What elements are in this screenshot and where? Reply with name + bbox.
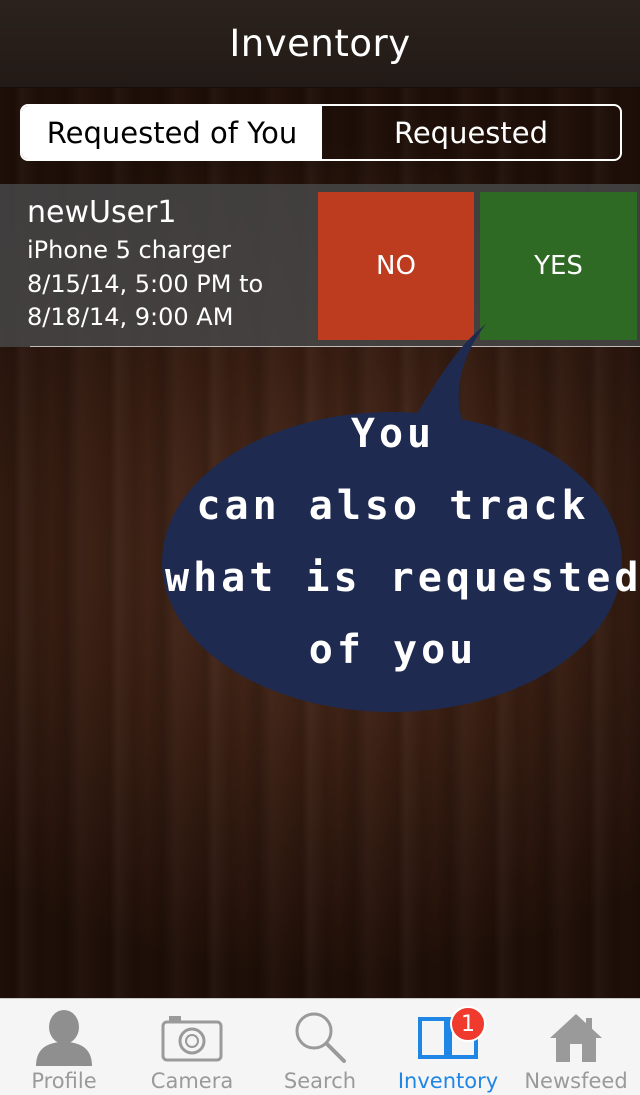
segment-requested[interactable]: Requested <box>322 106 620 159</box>
person-icon <box>29 1007 99 1067</box>
search-icon <box>285 1007 355 1067</box>
accept-button[interactable]: YES <box>480 192 637 340</box>
house-icon <box>541 1007 611 1067</box>
tab-newsfeed[interactable]: Newsfeed <box>512 999 640 1095</box>
requested-item: iPhone 5 charger <box>27 236 231 264</box>
callout-line: of you <box>308 627 478 673</box>
request-date-end: 8/18/14, 9:00 AM <box>27 303 234 331</box>
tab-label: Newsfeed <box>524 1069 628 1093</box>
segment-requested-of-you[interactable]: Requested of You <box>22 106 322 159</box>
request-date-start: 8/15/14, 5:00 PM to <box>27 270 264 298</box>
tab-label: Profile <box>31 1069 97 1093</box>
request-info: newUser1 iPhone 5 charger 8/15/14, 5:00 … <box>27 194 317 334</box>
decline-button[interactable]: NO <box>318 192 474 340</box>
tab-camera[interactable]: Camera <box>128 999 256 1095</box>
tab-label: Search <box>283 1069 357 1093</box>
callout-line: can also track <box>196 483 590 529</box>
tab-label: Inventory <box>397 1069 499 1093</box>
notification-badge: 1 <box>450 1006 486 1042</box>
requester-name: newUser1 <box>27 195 177 230</box>
camera-icon <box>157 1007 227 1067</box>
callout-text: You can also track what is requested of … <box>165 398 640 686</box>
segmented-control: Requested of You Requested <box>20 104 622 161</box>
callout-line: You <box>350 411 436 457</box>
nav-bar: Inventory <box>0 0 640 88</box>
tab-search[interactable]: Search <box>256 999 384 1095</box>
tab-inventory[interactable]: Inventory 1 <box>384 999 512 1095</box>
tab-profile[interactable]: Profile <box>0 999 128 1095</box>
tab-bar: Profile Camera Search Inventory 1 Newsfe… <box>0 998 640 1095</box>
page-title: Inventory <box>229 22 411 65</box>
request-row[interactable]: newUser1 iPhone 5 charger 8/15/14, 5:00 … <box>0 184 640 347</box>
callout-line: what is requested <box>165 555 640 601</box>
tab-label: Camera <box>150 1069 234 1093</box>
row-divider <box>30 346 640 347</box>
